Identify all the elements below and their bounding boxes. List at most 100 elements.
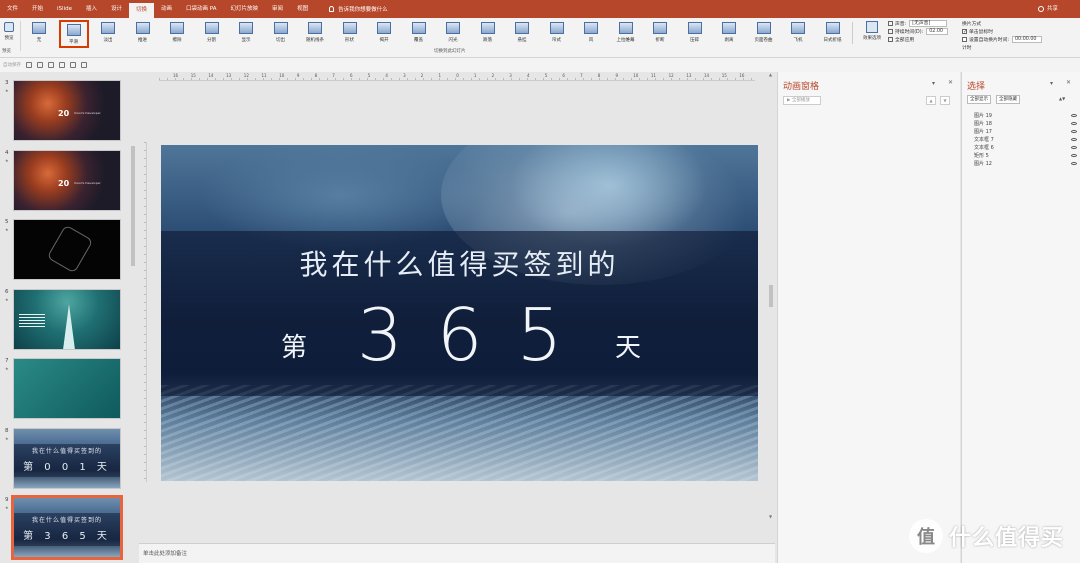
hide-all-button[interactable]: 全部隐藏 — [996, 95, 1020, 104]
tab-7[interactable]: 口袋动画 PA — [179, 0, 223, 18]
selection-item[interactable]: 文本框 6 — [974, 143, 1077, 151]
tab-8[interactable]: 幻灯片放映 — [224, 0, 266, 18]
slide-thumbnail[interactable] — [13, 358, 121, 419]
transition-button-11[interactable]: 覆盖 — [404, 20, 434, 48]
transition-button-4[interactable]: 擦除 — [162, 20, 192, 48]
tab-3[interactable]: 插入 — [79, 0, 104, 18]
transition-button-17[interactable]: 上拉帷幕 — [611, 20, 641, 48]
on-click-checkbox[interactable] — [962, 28, 967, 34]
selection-item[interactable]: 图片 19 — [974, 111, 1077, 119]
selection-pane: 选择 ▾ ✕ 全部显示 全部隐藏 ▲▼ 图片 19 图片 18 图片 17 文本框 7… — [961, 72, 1080, 563]
notes-pane[interactable]: 单击此处添加备注 — [139, 543, 775, 563]
eye-icon[interactable] — [1071, 137, 1077, 141]
ruler-number: 7 — [580, 73, 583, 78]
slide-thumbnail[interactable]: 我在什么值得买签到的第 0 0 1 天 — [13, 427, 121, 489]
eye-icon[interactable] — [1071, 121, 1077, 125]
transition-button-15[interactable]: 帘式 — [542, 20, 572, 48]
editor-scrollbar[interactable]: ▲ ▼ — [767, 72, 775, 522]
show-all-button[interactable]: 全部显示 — [967, 95, 991, 104]
eye-icon[interactable] — [1071, 145, 1077, 149]
transition-button-10[interactable]: 揭开 — [369, 20, 399, 48]
thumbnail-scrollbar[interactable] — [131, 84, 137, 554]
tab-10[interactable]: 视图 — [290, 0, 315, 18]
transition-button-1[interactable]: 平滑 — [58, 20, 89, 48]
eye-icon[interactable] — [1071, 129, 1077, 133]
thumbnail-scroll-thumb[interactable] — [131, 146, 135, 266]
slide-thumbnail[interactable]: 20 Xiaomi Developer — [13, 149, 121, 211]
transition-button-9[interactable]: 形状 — [335, 20, 365, 48]
slide-thumbnail[interactable] — [13, 288, 121, 350]
transition-button-22[interactable]: 飞机 — [783, 20, 813, 48]
selection-item[interactable]: 矩形 5 — [974, 151, 1077, 159]
apply-all-button[interactable]: 全部应用 — [888, 35, 948, 43]
transition-button-18[interactable]: 折断 — [645, 20, 675, 48]
slide-thumbnail[interactable]: 20 Xiaomi Developer — [13, 80, 121, 141]
tab-0[interactable]: 文件 — [0, 0, 25, 18]
transition-button-7[interactable]: 切出 — [266, 20, 296, 48]
transition-button-16[interactable]: 风 — [576, 20, 606, 48]
slide-title-text[interactable]: 我在什么值得买签到的 — [161, 243, 758, 283]
ruler-number: 5 — [544, 73, 548, 78]
transition-button-21[interactable]: 页面卷曲 — [749, 20, 779, 48]
eye-icon[interactable] — [1071, 113, 1077, 117]
transition-icon — [101, 22, 115, 34]
redo-icon[interactable] — [48, 62, 54, 68]
play-all-button[interactable]: ▶ 全部播放 — [783, 96, 821, 105]
transition-button-2[interactable]: 淡出 — [93, 20, 123, 48]
transition-button-13[interactable]: 跌落 — [473, 20, 503, 48]
undo-icon[interactable] — [37, 62, 43, 68]
eye-icon[interactable] — [1071, 161, 1077, 165]
selection-item[interactable]: 图片 17 — [974, 127, 1077, 135]
tell-me-box[interactable]: 告诉我你想要做什么 — [329, 5, 388, 13]
transition-button-3[interactable]: 推进 — [128, 20, 158, 48]
transition-button-0[interactable]: 无 — [24, 20, 54, 48]
start-slideshow-icon[interactable] — [70, 62, 76, 68]
share-button[interactable]: 共享 — [1037, 0, 1058, 18]
pane-options-icon[interactable]: ▾ — [1050, 80, 1053, 87]
tab-5[interactable]: 切换 — [129, 3, 155, 18]
save-icon[interactable] — [26, 62, 32, 68]
move-up-button[interactable]: ▲ — [926, 96, 936, 105]
eye-icon[interactable] — [1071, 153, 1077, 157]
selection-item[interactable]: 图片 12 — [974, 159, 1077, 167]
close-icon[interactable]: ✕ — [1066, 79, 1071, 86]
close-icon[interactable]: ✕ — [948, 79, 953, 86]
tab-2[interactable]: iSlide — [50, 0, 79, 18]
transition-button-19[interactable]: 压碎 — [680, 20, 710, 48]
transition-button-23[interactable]: 日式折纸 — [818, 20, 848, 48]
format-painter-icon[interactable] — [59, 62, 65, 68]
preview-button[interactable]: 预览 — [1, 20, 17, 50]
customize-toolbar-icon[interactable] — [81, 62, 87, 68]
transition-button-14[interactable]: 悬挂 — [507, 20, 537, 48]
selection-item[interactable]: 文本框 7 — [974, 135, 1077, 143]
transition-button-12[interactable]: 闪光 — [438, 20, 468, 48]
tab-4[interactable]: 设计 — [104, 0, 129, 18]
scroll-down-arrow[interactable]: ▼ — [769, 514, 772, 519]
transition-icon — [722, 22, 736, 34]
current-slide[interactable]: 我在什么值得买签到的 第 365 天 — [161, 145, 758, 481]
after-time-checkbox[interactable] — [962, 36, 967, 42]
slide-thumbnail[interactable] — [13, 219, 121, 280]
tab-1[interactable]: 开始 — [25, 0, 50, 18]
selection-item[interactable]: 图片 18 — [974, 119, 1077, 127]
transition-button-8[interactable]: 随机线条 — [300, 20, 330, 48]
transition-button-6[interactable]: 显示 — [231, 20, 261, 48]
pane-options-icon[interactable]: ▾ — [932, 80, 935, 87]
tab-6[interactable]: 动画 — [154, 0, 179, 18]
gallery-scroll[interactable] — [852, 22, 858, 44]
slide-thumbnail[interactable]: 我在什么值得买签到的第 3 6 5 天 — [11, 495, 123, 560]
reorder-arrows[interactable]: ▲▼ — [1059, 96, 1065, 101]
slide-day-line[interactable]: 第 365 天 — [281, 293, 641, 383]
transition-label: 分割 — [207, 38, 216, 43]
transition-button-5[interactable]: 分割 — [197, 20, 227, 48]
tab-9[interactable]: 审阅 — [265, 0, 290, 18]
ruler-number: 16 — [739, 73, 745, 78]
sound-dropdown[interactable]: [无声音] — [909, 19, 948, 27]
scroll-up-arrow[interactable]: ▲ — [769, 72, 772, 77]
transition-button-20[interactable]: 剥离 — [714, 20, 744, 48]
editor-scroll-thumb[interactable] — [769, 285, 773, 307]
duration-input[interactable]: 02.00 — [926, 27, 949, 35]
after-time-input[interactable]: 00:00.00 — [1012, 35, 1042, 43]
effect-options-button[interactable]: 效果选项 — [860, 20, 884, 48]
move-down-button[interactable]: ▼ — [940, 96, 950, 105]
